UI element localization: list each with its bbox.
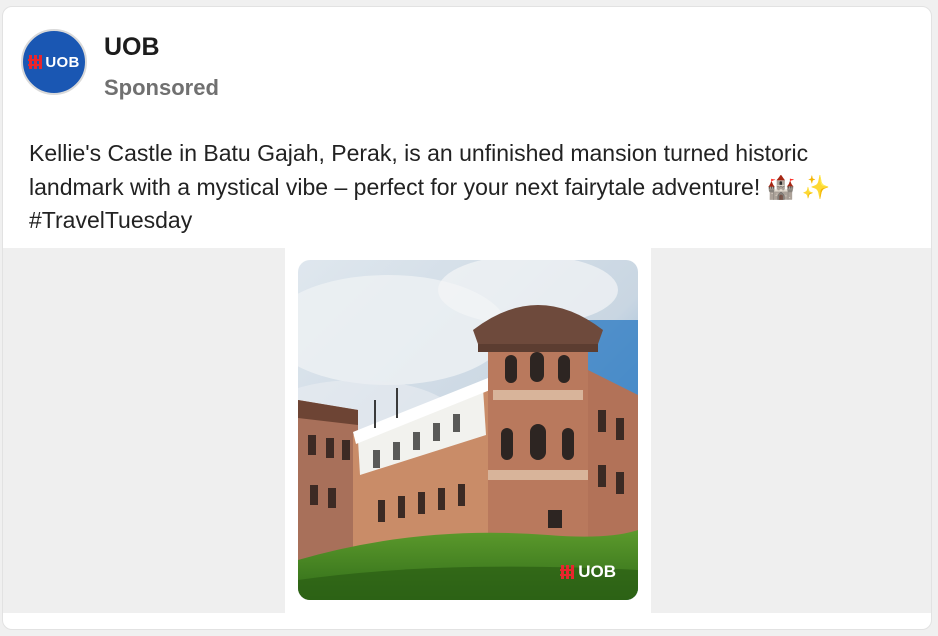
post-body: Kellie's Castle in Batu Gajah, Perak, is…: [29, 137, 914, 238]
post-header: UOB UOB Sponsored: [3, 7, 931, 117]
watermark-text: UOB: [578, 562, 616, 581]
uob-logo-icon: [560, 565, 575, 579]
sponsored-label: Sponsored: [104, 75, 219, 100]
sponsored-post-card: UOB UOB Sponsored Kellie's Castle in Bat…: [2, 6, 932, 630]
photo-watermark: UOB: [560, 562, 616, 582]
uob-logo-icon: [28, 55, 43, 69]
post-text-line: landmark with a mystical vibe – perfect …: [29, 173, 831, 200]
post-text-line: Kellie's Castle in Batu Gajah, Perak, is…: [29, 140, 809, 166]
author-name[interactable]: UOB: [104, 33, 160, 62]
media-area: UOB: [3, 248, 931, 613]
avatar[interactable]: UOB: [21, 29, 87, 95]
avatar-label: UOB: [45, 53, 80, 71]
castle-photo[interactable]: UOB: [298, 260, 638, 600]
castle-illustration: [298, 260, 638, 600]
media-frame: UOB: [285, 248, 651, 613]
hashtag-link[interactable]: #TravelTuesday: [29, 204, 914, 238]
